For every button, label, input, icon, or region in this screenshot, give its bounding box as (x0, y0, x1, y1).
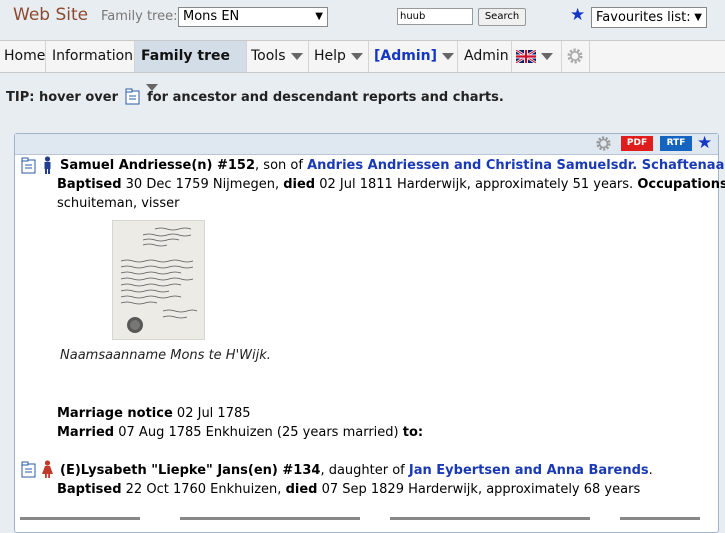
rtf-button[interactable]: RTF (660, 136, 692, 151)
menu-home[interactable]: Home (0, 41, 46, 72)
tip-text: TIP: hover over for ancestor and descend… (6, 88, 504, 105)
favourite-star-icon[interactable]: ★ (697, 133, 712, 153)
caret-down-icon (541, 52, 553, 60)
truncated-text-line (20, 517, 700, 520)
favourites-select[interactable]: Favourites list: ▼ (591, 7, 707, 28)
gear-icon[interactable] (595, 135, 612, 152)
person1-occupations-value: schuiteman, visser (57, 196, 180, 211)
person1-died-value: 02 Jul 1811 Harderwijk, approximately 51… (315, 177, 638, 192)
person1-events: Baptised 30 Dec 1759 Nijmegen, died 02 J… (57, 177, 725, 192)
marriage-notice-value: 02 Jul 1785 (172, 406, 251, 421)
top-header: Web Site Family tree: Mons EN ▼ huub Sea… (0, 0, 725, 40)
menu-admin-bracket[interactable]: [Admin] (369, 41, 458, 72)
menu-settings[interactable] (562, 41, 590, 72)
uk-flag-icon (516, 49, 536, 63)
person1-occupations-label: Occupations: (637, 177, 725, 192)
marriage-notice-label: Marriage notice (57, 406, 173, 421)
caret-down-icon (290, 52, 303, 60)
person1-son-of: , son of (255, 158, 308, 173)
menu-help[interactable]: Help (309, 41, 369, 72)
person2-baptised-label: Baptised (57, 482, 122, 497)
family-tree-select[interactable]: Mons EN ▼ (178, 7, 328, 27)
person1-header: Samuel Andriesse(n) #152, son of Andries… (60, 158, 725, 173)
female-icon (42, 460, 53, 478)
person2-died-value: 07 Sep 1829 Harderwijk, approximately 68… (317, 482, 641, 497)
family-tree-label: Family tree: (101, 9, 178, 24)
married-value: 07 Aug 1785 Enkhuizen (25 years married) (114, 425, 403, 440)
tip-suffix: for ancestor and descendant reports and … (147, 90, 504, 105)
male-icon (44, 156, 51, 174)
menu-tools[interactable]: Tools (247, 41, 309, 72)
menu-tools-label: Tools (251, 48, 286, 64)
photo-caption: Naamsaanname Mons te H'Wijk. (60, 348, 271, 363)
person2-period: . (648, 463, 653, 478)
gear-icon (567, 48, 583, 64)
menu-admin-bracket-label: [Admin] (374, 48, 438, 64)
favourites-select-label: Favourites list: (596, 10, 691, 25)
family-tree-report-icon[interactable] (21, 461, 37, 478)
menu-information-label: Information (52, 48, 134, 64)
married-to-label: to: (402, 425, 424, 440)
dropdown-arrow-icon: ▼ (694, 12, 702, 23)
menu-admin[interactable]: Admin (458, 41, 512, 72)
caret-down-icon (350, 52, 363, 60)
menu-family-tree[interactable]: Family tree (135, 41, 247, 91)
site-title[interactable]: Web Site (13, 5, 88, 25)
person1-baptised-label: Baptised (57, 177, 122, 192)
marriage-notice: Marriage notice 02 Jul 1785 (57, 406, 251, 421)
menu-help-label: Help (314, 48, 346, 64)
menu-admin-label: Admin (464, 48, 509, 64)
main-menu-bar: Home Information Family tree Tools Help … (0, 40, 725, 91)
person1-parents-link[interactable]: Andries Andriessen and Christina Samuels… (307, 158, 725, 173)
person2-daughter-of: , daughter of (320, 463, 409, 478)
family-tree-report-icon (125, 88, 140, 105)
person2-parents-link[interactable]: Jan Eybertsen and Anna Barends (409, 463, 649, 478)
menu-language[interactable] (512, 41, 562, 72)
person1-name: Samuel Andriesse(n) #152 (60, 158, 256, 173)
menu-information[interactable]: Information (46, 41, 135, 72)
search-input[interactable]: huub (397, 8, 473, 25)
married-line: Married 07 Aug 1785 Enkhuizen (25 years … (57, 425, 423, 440)
person2-died-label: died (285, 482, 318, 497)
person2-name: (E)Lysabeth "Liepke" Jans(en) #134 (60, 463, 321, 478)
favourites-star-icon[interactable]: ★ (570, 5, 585, 25)
family-tree-report-icon[interactable] (21, 157, 37, 174)
married-label: Married (57, 425, 115, 440)
caret-down-icon (442, 52, 455, 60)
document-photo[interactable] (112, 220, 205, 340)
pdf-button[interactable]: PDF (621, 136, 653, 151)
person2-events: Baptised 22 Oct 1760 Enkhuizen, died 07 … (57, 482, 640, 497)
menu-home-label: Home (4, 48, 46, 64)
family-tree-select-value: Mons EN (183, 9, 240, 24)
panel-toolbar: PDF RTF ★ (15, 133, 718, 155)
person2-baptised-value: 22 Oct 1760 Enkhuizen, (121, 482, 286, 497)
tip-prefix: TIP: hover over (6, 90, 119, 105)
person1-died-label: died (283, 177, 316, 192)
person2-header: (E)Lysabeth "Liepke" Jans(en) #134, daug… (60, 463, 653, 478)
handwritten-document-image (113, 221, 204, 339)
search-button[interactable]: Search (478, 8, 526, 26)
menu-family-tree-label: Family tree (141, 48, 230, 64)
dropdown-arrow-icon: ▼ (315, 11, 323, 22)
person1-baptised-value: 30 Dec 1759 Nijmegen, (121, 177, 284, 192)
